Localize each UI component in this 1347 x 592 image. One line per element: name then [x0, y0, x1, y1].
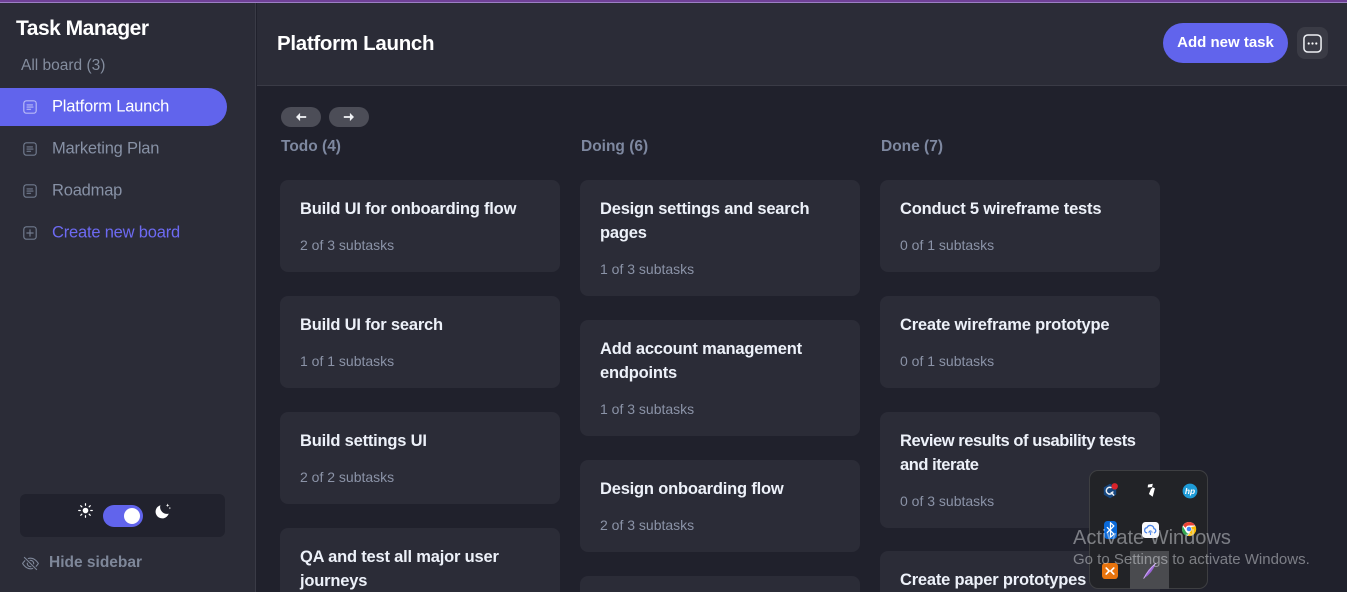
svg-text:hp: hp — [1185, 486, 1195, 496]
